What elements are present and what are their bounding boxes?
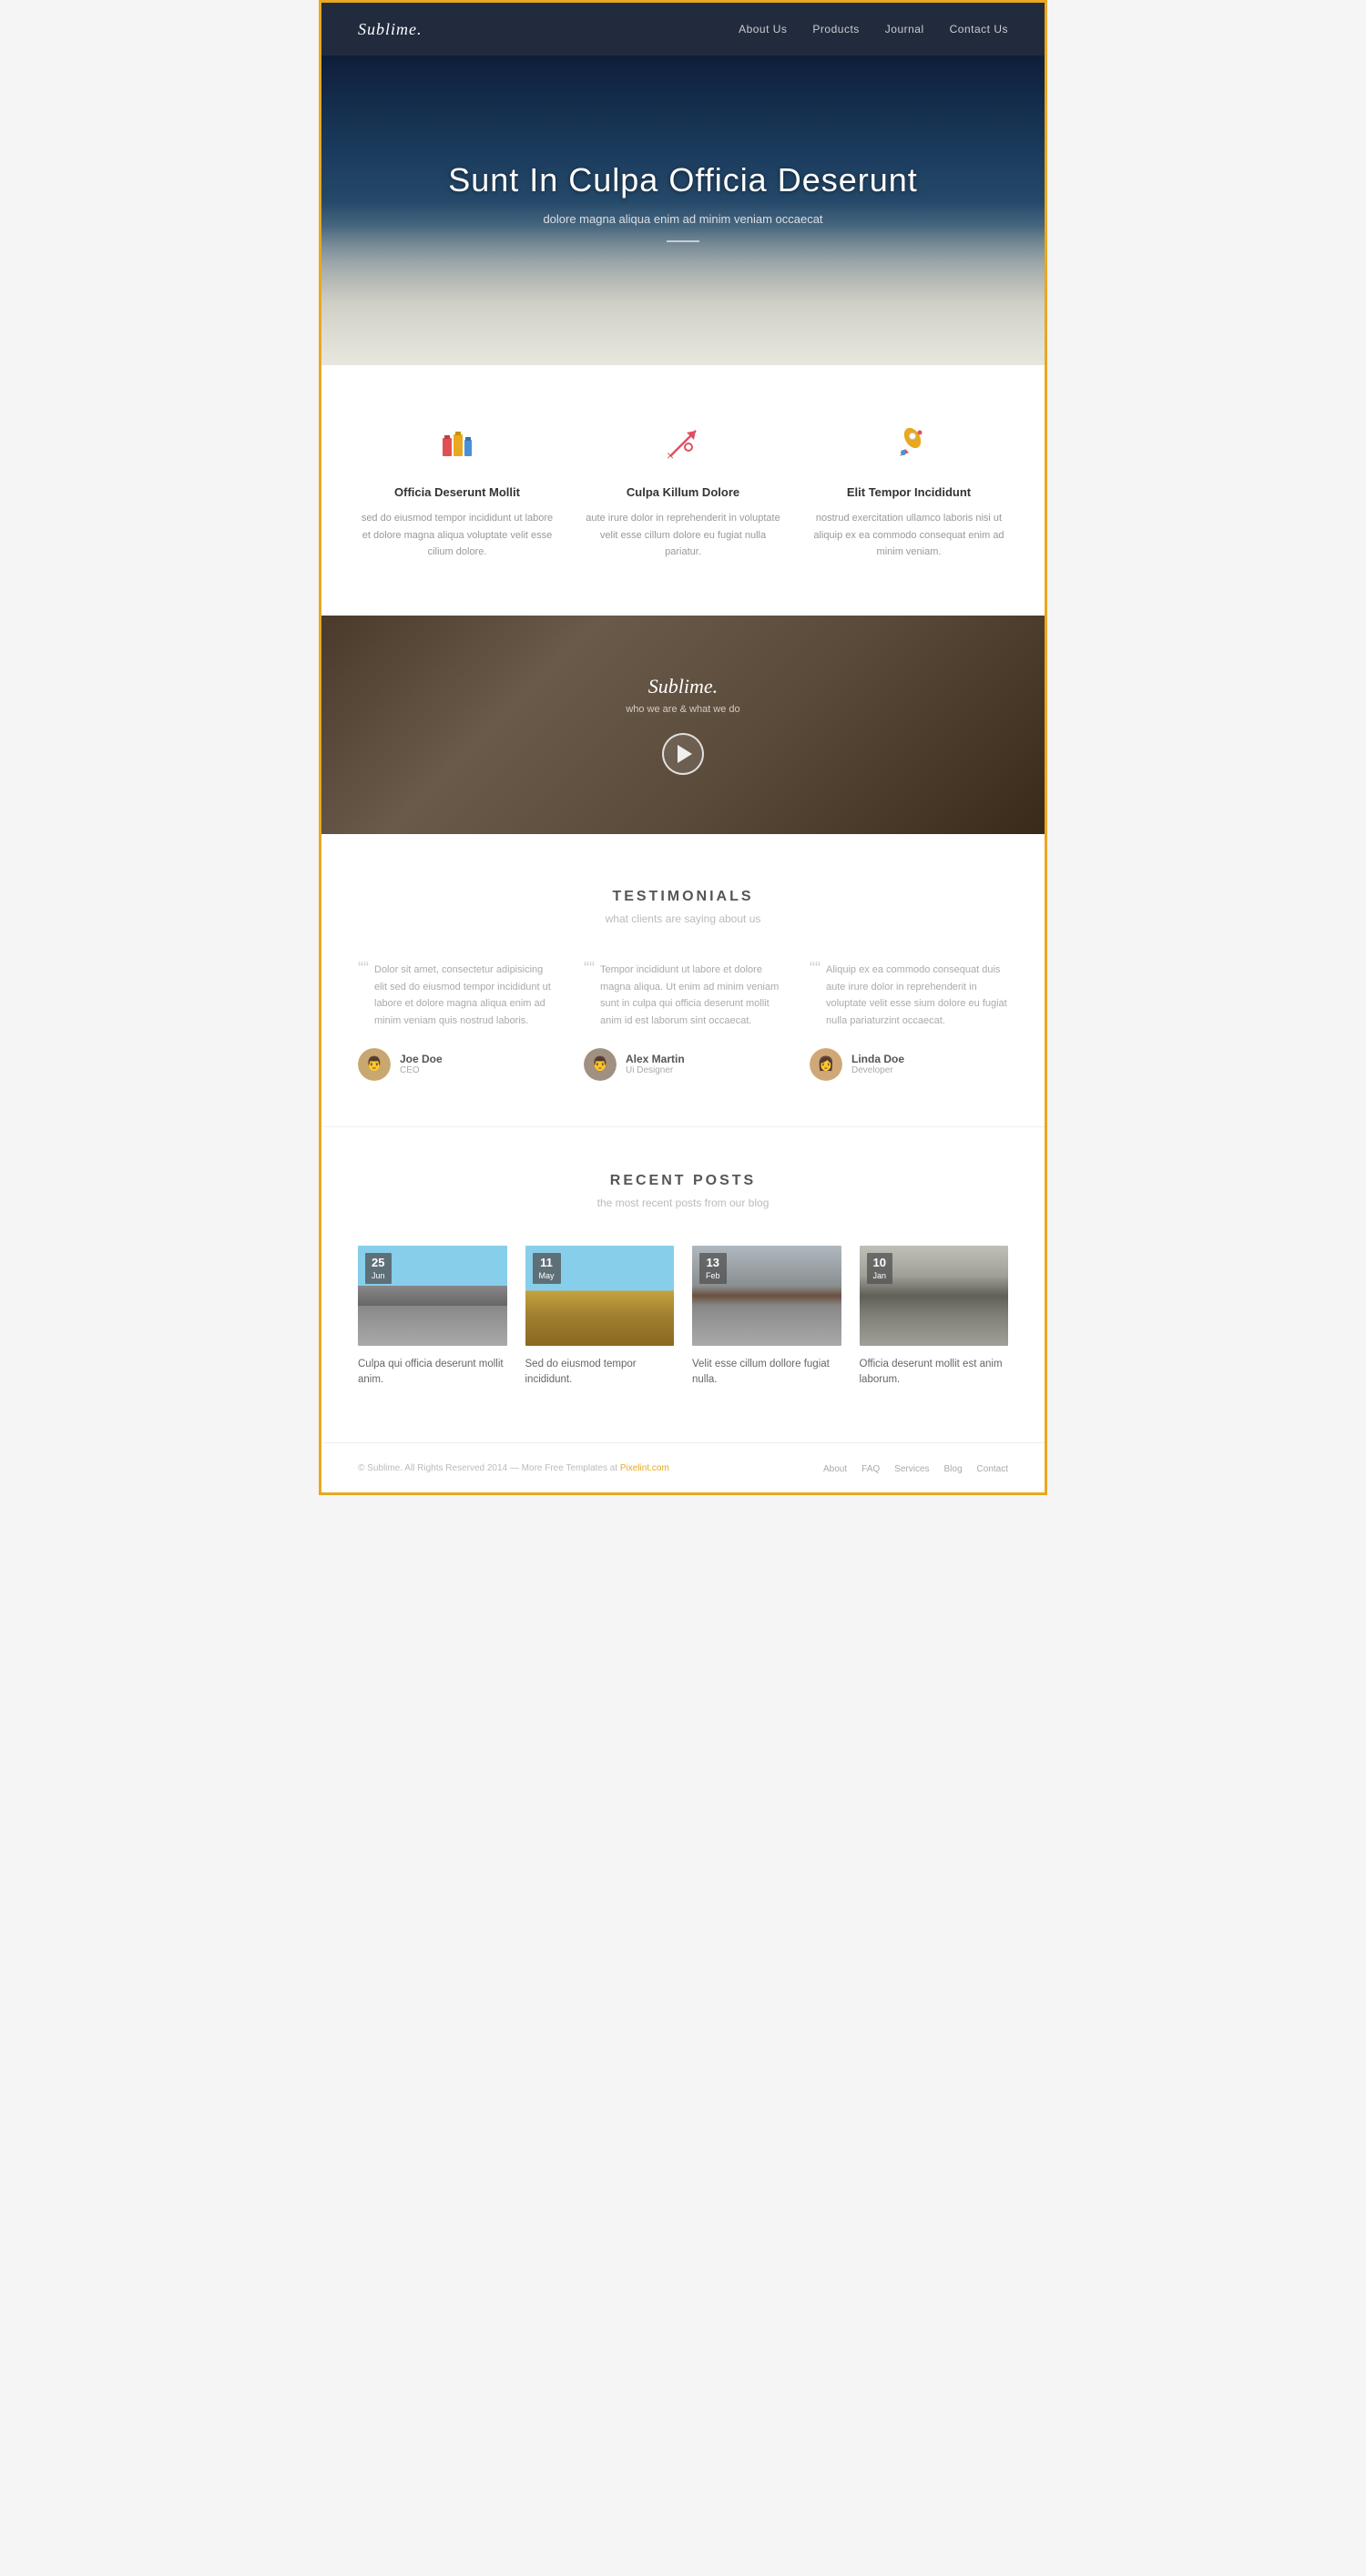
testimonial-item-2: Tempor incididunt ut labore et dolore ma…	[584, 962, 782, 1081]
hero-section: Sunt In Culpa Officia Deserunt dolore ma…	[321, 56, 1045, 365]
author-role-3: Developer	[851, 1065, 904, 1075]
footer-link-pixelint[interactable]: Pixelint.com	[620, 1463, 669, 1473]
post-day-4: 10	[873, 1256, 887, 1271]
post-caption-4: Officia deserunt mollit est anim laborum…	[860, 1357, 1009, 1389]
testimonial-item-3: Aliquip ex ea commodo consequat duis aut…	[810, 962, 1008, 1081]
feature-text-3: nostrud exercitation ullamco laboris nis…	[810, 510, 1008, 561]
hero-subtitle: dolore magna aliqua enim ad minim veniam…	[543, 212, 822, 226]
post-item-2: 11 May Sed do eiusmod tempor incididunt.	[525, 1246, 675, 1389]
footer-about[interactable]: About	[823, 1464, 847, 1474]
post-date-badge-2: 11 May	[533, 1253, 561, 1285]
feature-text-1: sed do eiusmod tempor incididunt ut labo…	[358, 510, 556, 561]
posts-grid: 25 Jun Culpa qui officia deserunt mollit…	[358, 1246, 1008, 1389]
nav-journal[interactable]: Journal	[885, 23, 924, 36]
testimonial-author-2: 👨 Alex Martin Ui Designer	[584, 1048, 782, 1081]
post-caption-3: Velit esse cillum dollore fugiat nulla.	[692, 1357, 841, 1389]
feature-text-2: aute irure dolor in reprehenderit in vol…	[584, 510, 782, 561]
play-button[interactable]	[662, 733, 704, 775]
post-day-2: 11	[539, 1256, 555, 1271]
post-caption-2: Sed do eiusmod tempor incididunt.	[525, 1357, 675, 1389]
svg-text:×: ×	[667, 448, 674, 463]
recent-posts-title: RECENT POSTS	[358, 1173, 1008, 1189]
avatar-circle-2: 👨	[584, 1048, 617, 1081]
avatar-circle-1: 👨	[358, 1048, 391, 1081]
feature-title-3: Elit Tempor Incididunt	[810, 485, 1008, 499]
recent-posts-subtitle: the most recent posts from our blog	[358, 1196, 1008, 1209]
post-date-badge-3: 13 Feb	[699, 1253, 727, 1285]
avatar-2: 👨	[584, 1048, 617, 1081]
testimonials-section: TESTIMONIALS what clients are saying abo…	[321, 834, 1045, 1126]
avatar-circle-3: 👩	[810, 1048, 842, 1081]
nav-links: About Us Products Journal Contact Us	[739, 21, 1008, 37]
nav-contact[interactable]: Contact Us	[950, 23, 1008, 36]
footer-blog[interactable]: Blog	[944, 1464, 963, 1474]
author-info-1: Joe Doe CEO	[400, 1053, 443, 1075]
post-month-2: May	[539, 1271, 555, 1282]
video-section: Sublime. who we are & what we do	[321, 616, 1045, 834]
post-image-wrap-4: 10 Jan	[860, 1246, 1009, 1346]
footer-services[interactable]: Services	[894, 1464, 929, 1474]
footer-copy: © Sublime. All Rights Reserved 2014 — Mo…	[358, 1463, 669, 1473]
post-caption-1: Culpa qui officia deserunt mollit anim.	[358, 1357, 507, 1389]
post-month-1: Jun	[372, 1271, 385, 1282]
hero-divider	[667, 240, 699, 242]
footer-links: About FAQ Services Blog Contact	[823, 1460, 1008, 1476]
author-info-2: Alex Martin Ui Designer	[626, 1053, 685, 1075]
nav-products[interactable]: Products	[812, 23, 859, 36]
post-image-wrap-1: 25 Jun	[358, 1246, 507, 1346]
footer-faq[interactable]: FAQ	[861, 1464, 880, 1474]
rocket-icon	[885, 420, 933, 467]
testimonial-quote-3: Aliquip ex ea commodo consequat duis aut…	[810, 962, 1008, 1030]
testimonial-author-3: 👩 Linda Doe Developer	[810, 1048, 1008, 1081]
post-image-wrap-3: 13 Feb	[692, 1246, 841, 1346]
feature-title-2: Culpa Killum Dolore	[584, 485, 782, 499]
arrow-icon: ×	[659, 420, 707, 467]
testimonials-title: TESTIMONIALS	[358, 889, 1008, 905]
author-name-1: Joe Doe	[400, 1053, 443, 1065]
video-logo: Sublime.	[626, 675, 739, 698]
testimonial-quote-2: Tempor incididunt ut labore et dolore ma…	[584, 962, 782, 1030]
testimonials-grid: Dolor sit amet, consectetur adipisicing …	[358, 962, 1008, 1081]
post-item-1: 25 Jun Culpa qui officia deserunt mollit…	[358, 1246, 507, 1389]
books-icon	[433, 420, 481, 467]
navbar: Sublime. About Us Products Journal Conta…	[321, 3, 1045, 56]
testimonials-subtitle: what clients are saying about us	[358, 912, 1008, 925]
video-tagline: who we are & what we do	[626, 704, 739, 715]
features-section: Officia Deserunt Mollit sed do eiusmod t…	[321, 365, 1045, 616]
post-day-3: 13	[706, 1256, 720, 1271]
post-date-badge-1: 25 Jun	[365, 1253, 392, 1285]
author-info-3: Linda Doe Developer	[851, 1053, 904, 1075]
author-name-2: Alex Martin	[626, 1053, 685, 1065]
post-day-1: 25	[372, 1256, 385, 1271]
post-month-3: Feb	[706, 1271, 720, 1282]
hero-title: Sunt In Culpa Officia Deserunt	[448, 161, 918, 199]
feature-item-2: × Culpa Killum Dolore aute irure dolor i…	[584, 420, 782, 561]
testimonial-author-1: 👨 Joe Doe CEO	[358, 1048, 556, 1081]
nav-logo[interactable]: Sublime.	[358, 20, 423, 39]
avatar-1: 👨	[358, 1048, 391, 1081]
avatar-3: 👩	[810, 1048, 842, 1081]
post-item-4: 10 Jan Officia deserunt mollit est anim …	[860, 1246, 1009, 1389]
footer-contact[interactable]: Contact	[977, 1464, 1008, 1474]
feature-title-1: Officia Deserunt Mollit	[358, 485, 556, 499]
feature-item-3: Elit Tempor Incididunt nostrud exercitat…	[810, 420, 1008, 561]
testimonial-quote-1: Dolor sit amet, consectetur adipisicing …	[358, 962, 556, 1030]
recent-posts-section: RECENT POSTS the most recent posts from …	[321, 1126, 1045, 1443]
testimonial-item-1: Dolor sit amet, consectetur adipisicing …	[358, 962, 556, 1081]
nav-about[interactable]: About Us	[739, 23, 787, 36]
feature-item-1: Officia Deserunt Mollit sed do eiusmod t…	[358, 420, 556, 561]
author-role-2: Ui Designer	[626, 1065, 685, 1075]
footer: © Sublime. All Rights Reserved 2014 — Mo…	[321, 1442, 1045, 1492]
author-name-3: Linda Doe	[851, 1053, 904, 1065]
post-month-4: Jan	[873, 1271, 887, 1282]
post-image-wrap-2: 11 May	[525, 1246, 675, 1346]
video-content: Sublime. who we are & what we do	[626, 675, 739, 775]
post-date-badge-4: 10 Jan	[867, 1253, 893, 1285]
author-role-1: CEO	[400, 1065, 443, 1075]
features-grid: Officia Deserunt Mollit sed do eiusmod t…	[358, 420, 1008, 561]
post-item-3: 13 Feb Velit esse cillum dollore fugiat …	[692, 1246, 841, 1389]
